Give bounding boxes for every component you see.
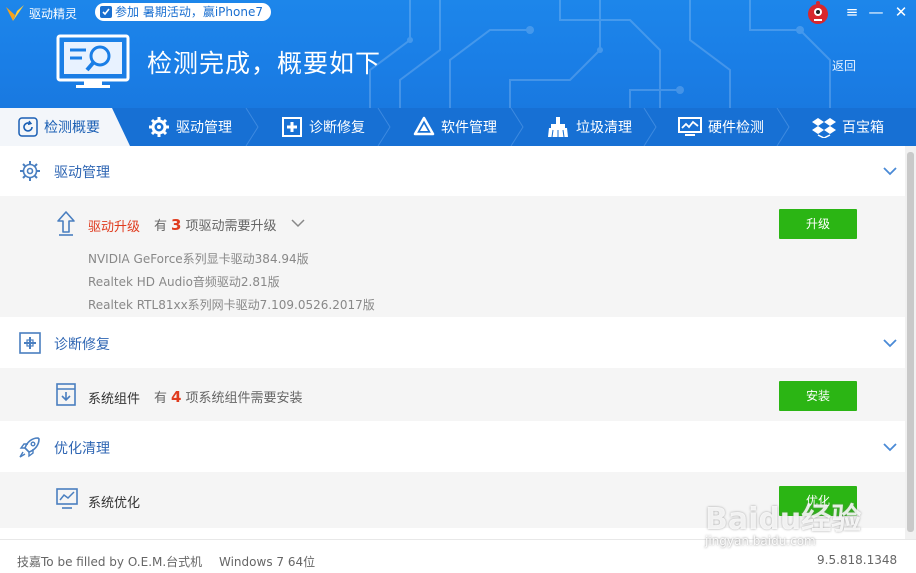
minimize-icon[interactable]: — — [867, 3, 885, 21]
chevron-down-icon[interactable] — [882, 165, 898, 177]
tab-driver[interactable]: 驱动管理 — [148, 108, 232, 146]
title-bar: 驱动精灵 参加 暑期活动，赢iPhone7 ≡ — ✕ — [0, 0, 916, 26]
tab-diagnose[interactable]: 诊断修复 — [281, 108, 365, 146]
install-button[interactable]: 安装 — [779, 381, 857, 411]
tab-separator — [245, 108, 259, 146]
item-name: 驱动升级 — [88, 220, 141, 235]
section-header-diagnose[interactable]: 诊断修复 — [0, 318, 905, 368]
tab-label: 硬件检测 — [708, 120, 764, 136]
refresh-icon — [18, 117, 38, 137]
toolbox-icon — [812, 118, 836, 138]
gift-icon — [100, 6, 112, 18]
driver-detail: NVIDIA GeForce系列显卡驱动384.94版 — [88, 252, 309, 266]
diagnose-icon — [282, 117, 302, 137]
tab-overview[interactable]: 检测概要 — [0, 108, 130, 146]
scroll-thumb[interactable] — [907, 152, 914, 532]
software-icon — [413, 116, 435, 136]
tab-label: 垃圾清理 — [576, 120, 632, 136]
tab-label: 百宝箱 — [842, 120, 884, 136]
watermark-url: jingyan.baidu.com — [705, 534, 816, 548]
tab-hardware[interactable]: 硬件检测 — [678, 108, 764, 146]
expand-chevron-icon[interactable] — [291, 218, 305, 228]
section-title: 优化清理 — [54, 441, 110, 457]
count: 3 — [171, 216, 182, 234]
chevron-down-icon[interactable] — [882, 441, 898, 453]
tab-label: 驱动管理 — [176, 120, 232, 136]
tab-label: 软件管理 — [441, 120, 497, 136]
gear-icon — [149, 117, 169, 137]
menu-icon[interactable]: ≡ — [843, 3, 861, 21]
machine-info: 技嘉To be filled by O.E.M.台式机 — [17, 555, 203, 569]
rocket-icon — [19, 437, 40, 458]
tab-cleanup[interactable]: 垃圾清理 — [546, 108, 632, 146]
install-package-icon — [56, 383, 76, 406]
mascot-icon[interactable] — [806, 1, 830, 25]
tab-toolbox[interactable]: 百宝箱 — [812, 108, 884, 146]
driver-detail: Realtek RTL81xx系列网卡驱动7.109.0526.2017版 — [88, 298, 375, 312]
tab-label: 检测概要 — [44, 120, 100, 136]
tab-separator — [776, 108, 790, 146]
page-title: 检测完成，概要如下 — [147, 49, 382, 78]
desc-prefix: 有 — [154, 391, 168, 406]
desc-suffix: 项驱动需要升级 — [185, 219, 277, 234]
tab-separator — [643, 108, 657, 146]
chart-monitor-icon — [56, 488, 78, 509]
os-info: Windows 7 64位 — [219, 555, 316, 569]
tab-software[interactable]: 软件管理 — [413, 108, 497, 146]
item-description: 有 3 项驱动需要升级 — [154, 215, 276, 234]
promo-text: 参加 暑期活动，赢iPhone7 — [115, 5, 263, 19]
broom-icon — [548, 117, 568, 138]
section-title: 驱动管理 — [54, 165, 110, 181]
upgrade-button[interactable]: 升级 — [779, 209, 857, 239]
watermark-logo: Baidu经验 — [705, 502, 862, 537]
section-title: 诊断修复 — [54, 337, 110, 353]
version-label: 9.5.818.1348 — [817, 553, 898, 567]
section-header-driver[interactable]: 驱动管理 — [0, 146, 905, 196]
overview-content: 驱动管理 驱动升级 有 3 项驱动需要升级 NVIDIA GeForce系列显卡驱动… — [0, 146, 905, 539]
header: 驱动精灵 参加 暑期活动，赢iPhone7 ≡ — ✕ 检测完成，概要如下 返回 — [0, 0, 916, 108]
tab-separator — [377, 108, 391, 146]
driver-upgrade-item: 驱动升级 有 3 项驱动需要升级 NVIDIA GeForce系列显卡驱动384.9… — [0, 196, 905, 317]
close-icon[interactable]: ✕ — [892, 3, 910, 21]
app-logo-icon — [6, 5, 24, 21]
back-link[interactable]: 返回 — [832, 57, 856, 74]
item-description: 有 4 项系统组件需要安装 — [154, 387, 302, 406]
system-component-item: 系统组件 有 4 项系统组件需要安装 安装 — [0, 368, 905, 421]
item-name: 系统优化 — [88, 496, 141, 511]
desc-suffix: 项系统组件需要安装 — [185, 391, 303, 406]
tab-bar: 检测概要 驱动管理 诊断修复 软件管理 垃圾清理 硬件检测 百宝箱 — [0, 108, 916, 146]
gear-icon — [20, 161, 40, 181]
driver-detail: Realtek HD Audio音频驱动2.81版 — [88, 275, 280, 289]
upgrade-arrow-icon — [57, 211, 75, 236]
app-name: 驱动精灵 — [29, 7, 78, 21]
hardware-icon — [678, 117, 702, 136]
section-header-optimize[interactable]: 优化清理 — [0, 422, 905, 472]
chevron-down-icon[interactable] — [882, 337, 898, 349]
tab-label: 诊断修复 — [309, 120, 365, 136]
tab-separator — [510, 108, 524, 146]
scrollbar[interactable] — [905, 146, 916, 539]
promo-banner[interactable]: 参加 暑期活动，赢iPhone7 — [95, 3, 271, 21]
item-name: 系统组件 — [88, 392, 141, 407]
monitor-scan-icon — [56, 34, 130, 88]
count: 4 — [171, 388, 182, 406]
desc-prefix: 有 — [154, 219, 168, 234]
diagnose-icon — [19, 332, 41, 354]
